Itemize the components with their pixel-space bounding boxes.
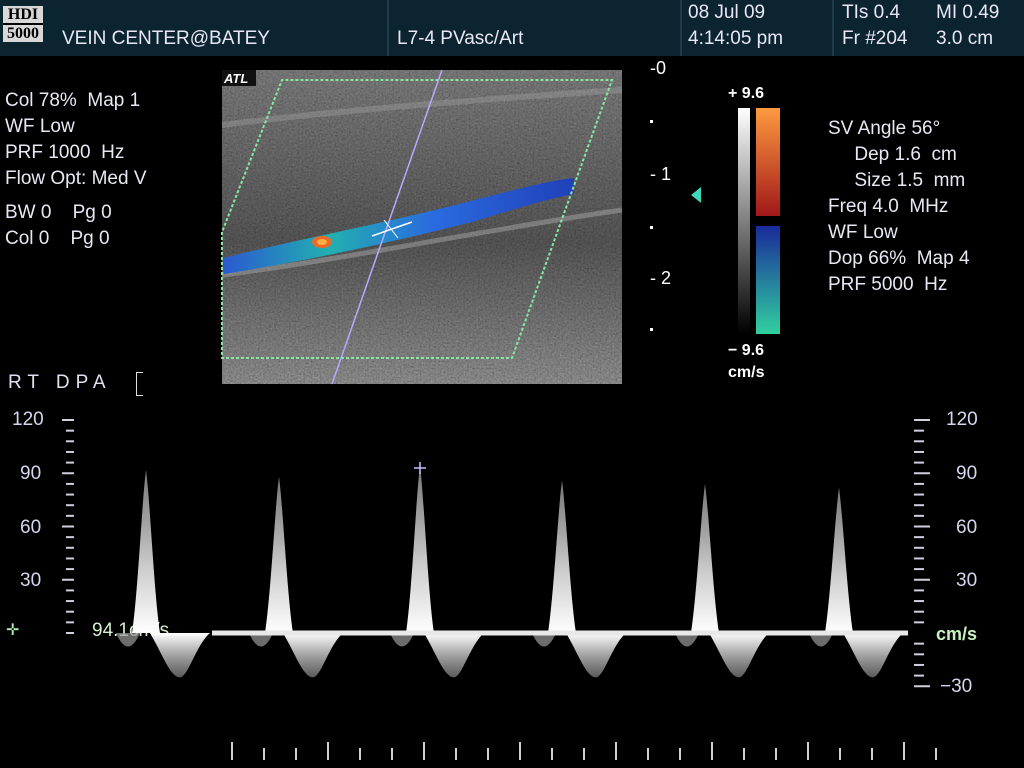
flow-aliasing-core <box>317 239 327 245</box>
colorbar-max: + 9.6 <box>728 85 765 102</box>
param-line: Dop 66% Map 4 <box>828 248 970 269</box>
param-line: Flow Opt: Med V <box>5 168 147 189</box>
param-line: Freq 4.0 MHz <box>828 196 949 217</box>
param-line: PRF 5000 Hz <box>828 274 948 295</box>
vessel-label: RT DPA <box>8 372 112 393</box>
depth-ticks <box>650 120 653 331</box>
header-divider <box>387 0 389 56</box>
doppler-params: SV Angle 56° Dep 1.6 cm Size 1.5 mm Freq… <box>828 116 970 298</box>
param-line: WF Low <box>5 116 75 137</box>
reverse-flow-component <box>424 633 484 678</box>
exam-time: 4:14:05 pm <box>688 28 784 49</box>
focal-zone-marker[interactable] <box>690 187 702 203</box>
hdi-logo: HDI 5000 <box>3 6 43 42</box>
color-params: Col 78% Map 1 WF Low PRF 1000 Hz Flow Op… <box>5 88 147 192</box>
reverse-flow-component <box>843 633 903 678</box>
param-line: WF Low <box>828 222 898 243</box>
systolic-peak <box>132 469 160 633</box>
reverse-flow-component <box>150 633 210 678</box>
header-divider <box>832 0 834 56</box>
display-depth: 3.0 cm <box>936 28 994 49</box>
logo-line-1: HDI <box>3 6 43 25</box>
header-divider <box>680 0 682 56</box>
colorbar-unit: cm/s <box>728 364 765 381</box>
param-line: SV Angle 56° <box>828 118 941 139</box>
param-line: PRF 1000 Hz <box>5 142 125 163</box>
systolic-peak <box>825 487 853 633</box>
systolic-peak <box>548 480 576 633</box>
param-line: Col 0 Pg 0 <box>5 228 110 249</box>
ultrasound-image[interactable] <box>221 69 623 385</box>
param-line: Dep 1.6 cm <box>828 144 957 165</box>
gain-params: BW 0 Pg 0 Col 0 Pg 0 <box>5 200 112 252</box>
param-line: Col 78% Map 1 <box>5 90 141 111</box>
facility-name: VEIN CENTER@BATEY <box>62 28 270 49</box>
systolic-peak <box>406 465 434 633</box>
exam-date: 08 Jul 09 <box>688 2 766 23</box>
colorbar-min: − 9.6 <box>728 342 765 359</box>
logo-line-2: 5000 <box>7 25 39 42</box>
systolic-peak <box>691 483 719 633</box>
header-bar: HDI 5000 VEIN CENTER@BATEY L7-4 PVasc/Ar… <box>0 0 1024 56</box>
thermal-index: TIs 0.4 <box>842 2 901 23</box>
param-line: Size 1.5 mm <box>828 170 966 191</box>
color-velocity-bar <box>738 108 780 334</box>
param-line: BW 0 Pg 0 <box>5 202 112 223</box>
systolic-peak <box>265 476 293 633</box>
reverse-flow-component <box>566 633 626 678</box>
atl-brand-tag: ATL <box>224 71 249 86</box>
reverse-flow-component <box>709 633 769 678</box>
mechanical-index: MI 0.49 <box>936 2 1000 23</box>
late-diastolic-component <box>116 633 140 647</box>
frame-number: Fr #204 <box>842 28 908 49</box>
text-cursor <box>136 372 143 396</box>
spectral-doppler-display[interactable] <box>0 400 1024 768</box>
reverse-flow-component <box>283 633 343 678</box>
transducer-preset: L7-4 PVasc/Art <box>397 28 524 49</box>
